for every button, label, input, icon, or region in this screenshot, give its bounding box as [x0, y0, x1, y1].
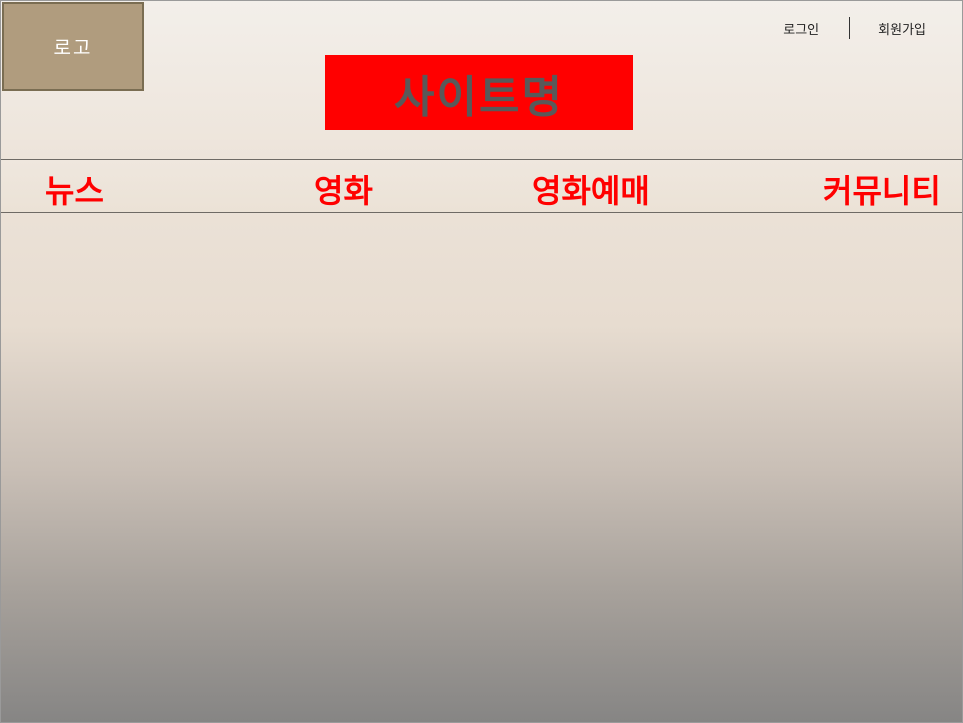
top-links-divider [849, 17, 851, 39]
site-name-banner[interactable]: 사이트명 [325, 55, 633, 130]
nav-item-community[interactable]: 커뮤니티 [823, 166, 941, 212]
site-name-title: 사이트명 [394, 71, 564, 123]
login-link[interactable]: 로그인 [783, 19, 819, 38]
logo[interactable]: 로고 [2, 2, 144, 91]
top-links: 로그인 회원가입 [783, 17, 926, 39]
nav-item-news[interactable]: 뉴스 [45, 166, 104, 212]
page-canvas: 로고 로그인 회원가입 사이트명 뉴스 영화 영화예매 커뮤니티 [0, 0, 963, 723]
nav-item-movie-booking[interactable]: 영화예매 [532, 166, 650, 212]
main-nav: 뉴스 영화 영화예매 커뮤니티 [1, 159, 962, 213]
nav-item-movie[interactable]: 영화 [314, 166, 373, 212]
signup-link[interactable]: 회원가입 [878, 19, 926, 38]
logo-label: 로고 [53, 37, 93, 59]
